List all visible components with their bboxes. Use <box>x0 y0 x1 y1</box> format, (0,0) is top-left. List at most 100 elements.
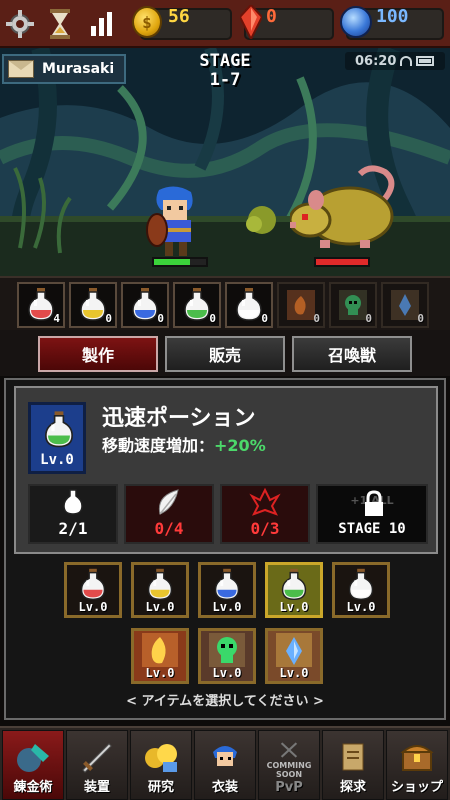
nav-label: 探求 <box>339 780 366 795</box>
treasure-chest-icon <box>400 745 434 771</box>
tab-summon[interactable]: 召喚獣 <box>292 336 412 372</box>
inventory-slot-skull-scroll[interactable]: 0 <box>329 282 377 328</box>
yellow-potion-icon <box>147 568 173 601</box>
fire-scroll-icon <box>142 633 178 667</box>
inventory-slot-yellow-potion[interactable]: 0 <box>69 282 117 328</box>
lock-icon <box>365 490 383 516</box>
alchemy-icon <box>17 744 49 772</box>
material-count: 0/4 <box>154 519 184 538</box>
lock-stage-text: STAGE 10 <box>338 521 406 537</box>
inventory-slot-ice-scroll[interactable]: 0 <box>381 282 429 328</box>
nav-label: 研究 <box>147 780 174 795</box>
slot-count: 0 <box>261 312 268 325</box>
stage-number: 1-7 <box>209 70 241 90</box>
hourglass-icon[interactable] <box>44 8 76 40</box>
recipe-yellow-potion[interactable]: Lv.0 <box>131 562 189 618</box>
battle-scene: Murasaki STAGE 1-7 06:20 <box>0 48 450 276</box>
recipe-fire-scroll[interactable]: Lv.0 <box>131 628 189 684</box>
material-count: 2/1 <box>58 519 88 538</box>
recipe-green-potion[interactable]: Lv.0 <box>265 562 323 618</box>
recipe-white-potion[interactable]: Lv.0 <box>332 562 390 618</box>
recipe-skull-scroll[interactable]: Lv.0 <box>198 628 256 684</box>
tab-bar: 製作 販売 召喚獣 <box>0 330 450 376</box>
bottom-navigation: 錬金術 装置 研究 衣装 COMMING SOON PvP 探求 ショップ <box>0 726 450 800</box>
nav-research[interactable]: 研究 <box>130 730 192 800</box>
feather-icon <box>158 489 179 515</box>
slot-count: 0 <box>209 312 216 325</box>
clock-time: 06:20 <box>355 53 397 69</box>
nav-equipment[interactable]: 装置 <box>66 730 128 800</box>
recipe-level: Lv.0 <box>279 666 309 680</box>
nav-label: ショップ <box>390 780 443 795</box>
slot-count: 4 <box>53 312 60 325</box>
slot-count: 0 <box>417 312 424 325</box>
tab-craft[interactable]: 製作 <box>38 336 158 372</box>
material-crystal: 0/3 <box>220 484 310 544</box>
slot-count: 0 <box>313 312 320 325</box>
settings-gear-icon[interactable] <box>4 8 36 40</box>
recipe-level: Lv.0 <box>279 600 309 614</box>
effect-label: 移動速度増加： <box>102 436 215 455</box>
locked-material-slot: +1 ALL STAGE 10 <box>316 484 428 544</box>
slot-count: 0 <box>365 312 372 325</box>
skull-scroll-icon <box>209 633 245 667</box>
ruby-icon <box>240 5 262 39</box>
costume-icon <box>213 746 237 766</box>
nav-label: 衣装 <box>211 780 238 795</box>
red-potion-icon <box>80 568 106 601</box>
stats-bar-chart-icon[interactable] <box>86 8 118 40</box>
inventory-slot-green-potion[interactable]: 0 <box>173 282 221 328</box>
player-hp-bar <box>152 257 208 267</box>
blue-gem-icon <box>340 6 372 38</box>
nav-pvp[interactable]: COMMING SOON PvP <box>258 730 320 800</box>
selected-item-card: Lv.0 迅速ポーション 移動速度増加：+20% 2/1 0/4 0/3 +1 … <box>14 386 438 554</box>
slot-count: 0 <box>105 312 112 325</box>
nav-shop[interactable]: ショップ <box>386 730 448 800</box>
ice-scroll-icon <box>276 633 312 667</box>
battery-icon <box>416 56 435 66</box>
inventory-slot-red-potion[interactable]: 4 <box>17 282 65 328</box>
recipe-level: Lv.0 <box>145 600 175 614</box>
inventory-slot-white-potion[interactable]: 0 <box>225 282 273 328</box>
craft-panel: Lv.0 迅速ポーション 移動速度増加：+20% 2/1 0/4 0/3 +1 … <box>4 378 446 720</box>
slot-count: 0 <box>157 312 164 325</box>
material-feather: 0/4 <box>124 484 214 544</box>
recipe-level: Lv.0 <box>78 600 108 614</box>
recipe-blue-potion[interactable]: Lv.0 <box>198 562 256 618</box>
research-coins-icon <box>145 744 177 772</box>
white-potion-icon <box>348 568 374 601</box>
recipe-red-potion[interactable]: Lv.0 <box>64 562 122 618</box>
recipe-level: Lv.0 <box>212 600 242 614</box>
potion-inventory: 4 0 0 0 0 0 0 0 <box>0 276 450 330</box>
recipe-level: Lv.0 <box>346 600 376 614</box>
stage-title: STAGE <box>199 51 251 71</box>
effect-value: +20% <box>214 436 266 455</box>
nav-label: PvP <box>275 780 303 795</box>
resource-bar: $ 56 0 100 <box>0 0 450 48</box>
inventory-slot-blue-potion[interactable]: 0 <box>121 282 169 328</box>
red-crystal-icon <box>249 487 281 516</box>
material-count: 0/3 <box>250 519 280 538</box>
nav-alchemy[interactable]: 錬金術 <box>2 730 64 800</box>
item-name: 迅速ポーション <box>102 406 256 431</box>
nav-quest[interactable]: 探求 <box>322 730 384 800</box>
mail-player-box[interactable]: Murasaki <box>2 54 126 84</box>
nav-label: 装置 <box>83 780 110 795</box>
tab-sell[interactable]: 販売 <box>165 336 285 372</box>
gem-amount: 100 <box>376 6 409 27</box>
blue-potion-icon <box>214 568 240 601</box>
status-bar: 06:20 <box>345 52 445 70</box>
nav-label: 錬金術 <box>13 780 53 795</box>
mail-envelope-icon[interactable] <box>8 60 34 78</box>
recipe-level: Lv.0 <box>145 666 175 680</box>
recipe-level: Lv.0 <box>212 666 242 680</box>
nav-costume[interactable]: 衣装 <box>194 730 256 800</box>
gold-amount: 56 <box>168 6 190 27</box>
ruby-amount: 0 <box>266 6 277 27</box>
inventory-slot-fire-scroll[interactable]: 0 <box>277 282 325 328</box>
material-potion: 2/1 <box>28 484 118 544</box>
item-effect: 移動速度増加：+20% <box>102 432 266 456</box>
player-name: Murasaki <box>42 61 115 77</box>
recipe-ice-scroll[interactable]: Lv.0 <box>265 628 323 684</box>
enemy-hp-bar <box>314 257 370 267</box>
